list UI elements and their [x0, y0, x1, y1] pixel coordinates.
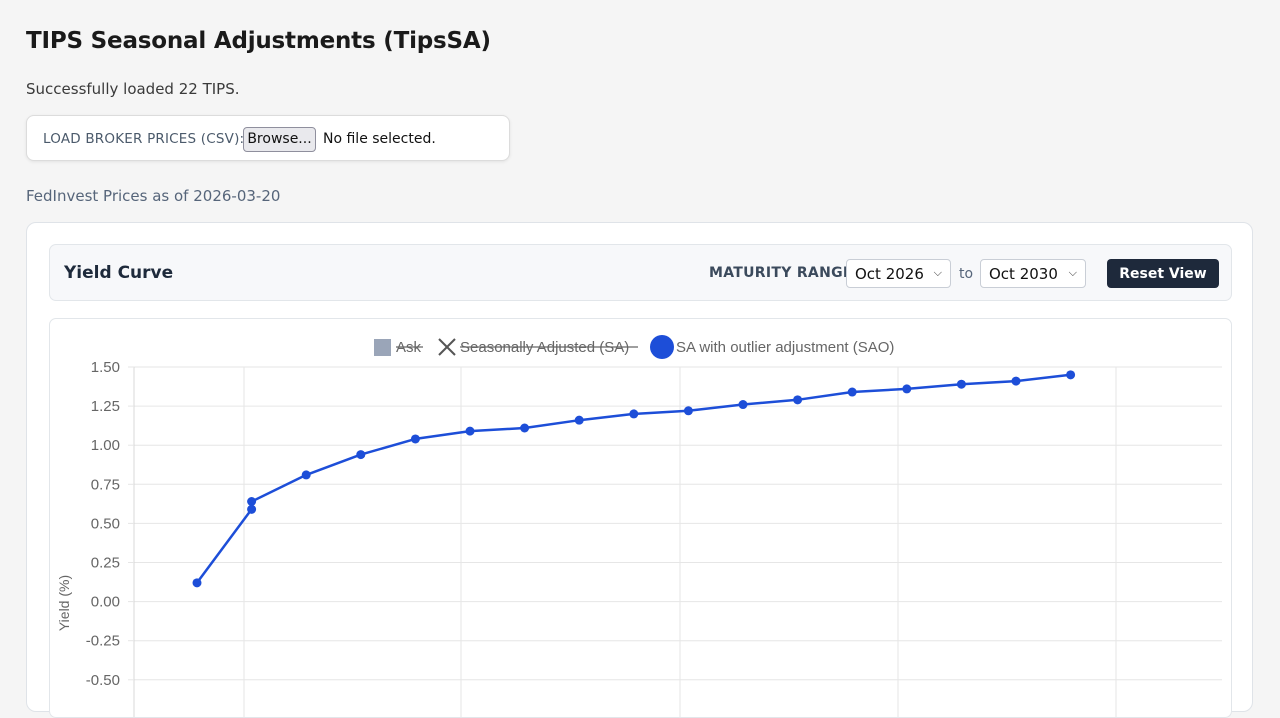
data-point[interactable] — [847, 387, 857, 397]
yield-curve-svg: Ask Seasonally Adjusted (SA) SA with out… — [56, 335, 1222, 717]
data-point[interactable] — [574, 415, 584, 425]
chart-grid — [133, 366, 1222, 717]
y-tick-label: 0.25 — [91, 555, 120, 572]
chart-legend: Ask Seasonally Adjusted (SA) SA with out… — [374, 335, 894, 359]
data-point[interactable] — [738, 400, 748, 410]
y-axis: 1.50 1.25 1.00 0.75 0.50 0.25 0.00 -0.25 -0.50 — [86, 359, 134, 689]
yield-curve-title: Yield Curve — [64, 263, 174, 283]
reset-view-button[interactable]: Reset View — [1107, 259, 1219, 288]
sao-legend-label[interactable]: SA with outlier adjustment (SAO) — [676, 339, 894, 356]
page-title: TIPS Seasonal Adjustments (TipsSA) — [26, 28, 491, 54]
data-point[interactable] — [683, 406, 693, 416]
sao-legend-marker[interactable] — [650, 335, 674, 359]
y-tick-label: -0.50 — [86, 672, 120, 689]
data-point[interactable] — [247, 497, 257, 507]
data-point[interactable] — [520, 423, 530, 433]
data-point[interactable] — [902, 384, 912, 394]
fedinvest-date-text: FedInvest Prices as of 2026-03-20 — [26, 187, 281, 205]
yield-curve-header: Yield Curve MATURITY RANGE: Oct 2026 ⌵ t… — [49, 244, 1232, 301]
y-tick-label: 0.00 — [91, 594, 120, 611]
maturity-to-value: Oct 2030 — [989, 265, 1058, 283]
y-tick-label: -0.25 — [86, 633, 120, 650]
y-tick-label: 0.75 — [91, 476, 120, 493]
y-tick-label: 0.50 — [91, 515, 120, 532]
data-point[interactable] — [301, 470, 311, 480]
data-point[interactable] — [192, 578, 202, 588]
yield-curve-chart: Ask Seasonally Adjusted (SA) SA with out… — [49, 318, 1232, 718]
yield-curve-card: Yield Curve MATURITY RANGE: Oct 2026 ⌵ t… — [26, 222, 1253, 718]
data-point[interactable] — [465, 426, 475, 436]
broker-prices-upload: LOAD BROKER PRICES (CSV): Browse... No f… — [26, 115, 510, 161]
ask-legend-swatch[interactable] — [374, 339, 391, 356]
maturity-to-select[interactable]: Oct 2030 ⌵ — [980, 259, 1086, 288]
file-status-text: No file selected. — [323, 131, 436, 147]
data-point[interactable] — [356, 450, 366, 460]
maturity-from-value: Oct 2026 — [855, 265, 924, 283]
browse-button[interactable]: Browse... — [243, 127, 316, 152]
y-tick-label: 1.25 — [91, 398, 120, 415]
data-point[interactable] — [1066, 370, 1076, 380]
y-axis-title: Yield (%) — [56, 575, 72, 631]
y-tick-label: 1.00 — [91, 437, 120, 454]
y-tick-label: 1.50 — [91, 359, 120, 376]
chevron-down-icon: ⌵ — [933, 266, 942, 279]
data-point[interactable] — [410, 434, 420, 444]
upload-label: LOAD BROKER PRICES (CSV): — [43, 131, 245, 147]
data-point[interactable] — [956, 379, 966, 389]
maturity-range-label: MATURITY RANGE: — [709, 265, 859, 281]
range-to-label: to — [959, 266, 974, 282]
maturity-from-select[interactable]: Oct 2026 ⌵ — [846, 259, 951, 288]
load-status-text: Successfully loaded 22 TIPS. — [26, 80, 240, 98]
data-point[interactable] — [793, 395, 803, 405]
chevron-down-icon: ⌵ — [1068, 266, 1077, 279]
data-point[interactable] — [1011, 376, 1021, 386]
cross-icon[interactable] — [438, 338, 456, 356]
sao-series — [192, 370, 1076, 588]
data-point[interactable] — [247, 504, 257, 514]
data-point[interactable] — [629, 409, 639, 419]
